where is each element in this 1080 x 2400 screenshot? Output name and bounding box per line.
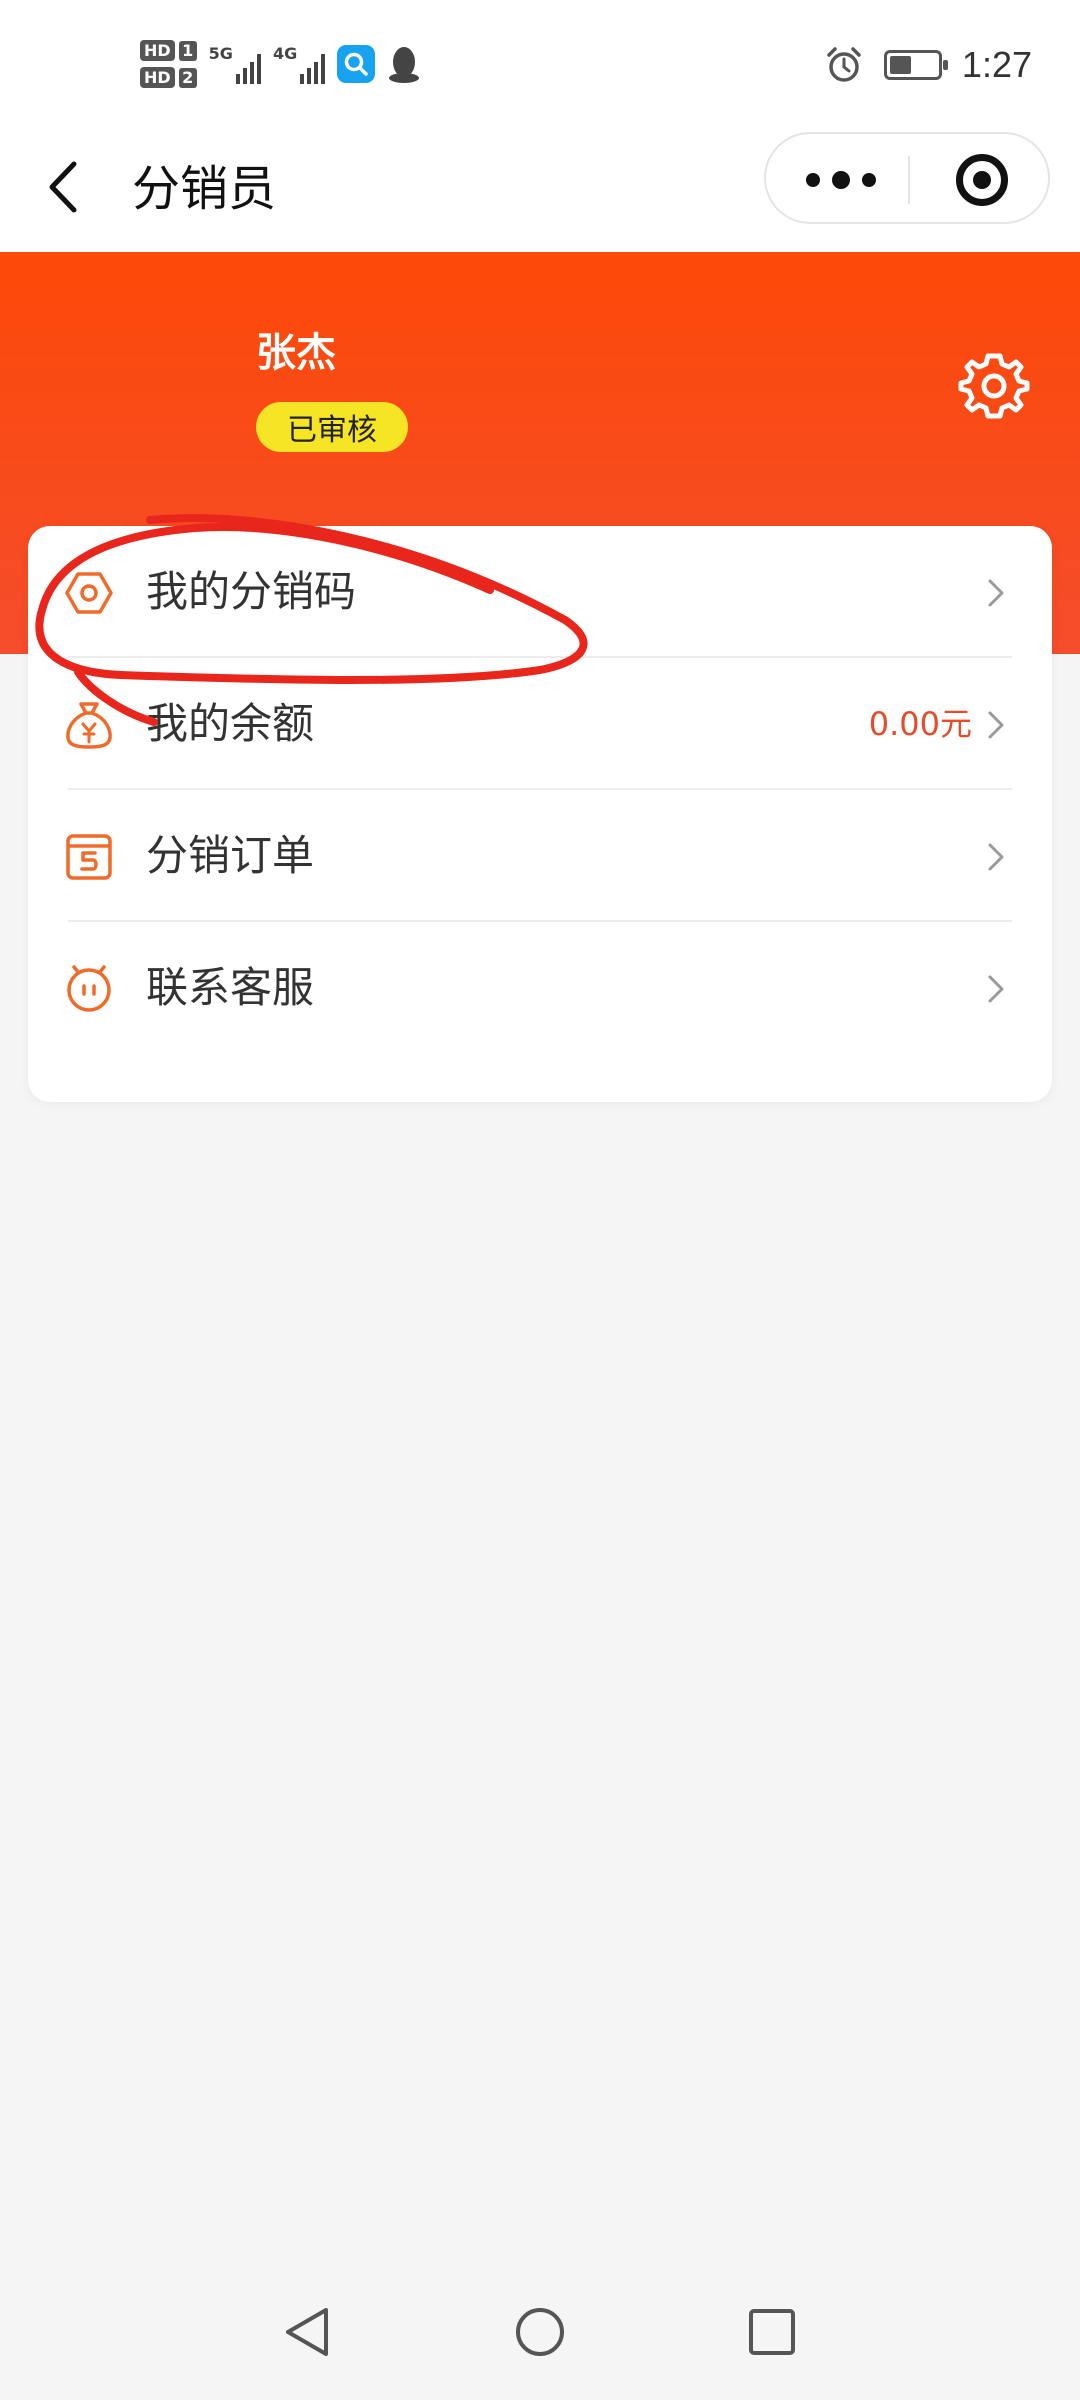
service-face-icon — [67, 965, 111, 1012]
hd1-num: 1 — [178, 40, 197, 61]
status-right: 1:27 — [824, 40, 1032, 90]
dot-icon — [806, 173, 820, 187]
alarm-icon — [827, 47, 861, 82]
chevron-right-icon — [988, 711, 1004, 739]
battery-icon — [883, 50, 948, 80]
more-menu-button[interactable] — [806, 160, 876, 200]
dot-icon — [862, 173, 876, 187]
battery-fill — [889, 56, 911, 74]
home-circle-icon[interactable] — [512, 2304, 568, 2360]
menu-item-distribution-orders[interactable]: 分销订单 — [28, 790, 1052, 922]
user-name: 张杰 — [256, 330, 336, 376]
qq-penguin-icon — [389, 47, 420, 83]
hd2-label: HD — [140, 67, 175, 88]
back-arrow-icon[interactable] — [42, 152, 86, 222]
chevron-right-icon — [988, 975, 1004, 1003]
menu-item-label: 我的余额 — [146, 699, 315, 748]
chevron-right-icon — [988, 579, 1004, 607]
system-nav-bar — [0, 2262, 1080, 2400]
status-badge: 已审核 — [256, 402, 408, 452]
signal-5g: 5G — [209, 44, 261, 84]
balance-value: 0.00元 — [868, 705, 972, 743]
menu-item-label: 联系客服 — [146, 963, 315, 1012]
signal-bar — [314, 62, 319, 84]
signal-bar — [235, 74, 240, 84]
menu-card: 我的分销码 我的余额 0.00元 分销订单 联系客服 — [28, 526, 1052, 1102]
signal-4g: 4G — [272, 44, 326, 84]
signal-bar — [321, 54, 326, 84]
gear-icon[interactable] — [958, 350, 1030, 422]
clock: 1:27 — [961, 44, 1032, 85]
capsule-divider — [908, 156, 910, 204]
chevron-right-icon — [988, 843, 1004, 871]
menu-item-distribution-code[interactable]: 我的分销码 — [28, 526, 1052, 658]
signal-bar — [242, 68, 247, 84]
hexagon-code-icon — [65, 572, 113, 614]
menu-item-customer-service[interactable]: 联系客服 — [28, 922, 1052, 1054]
sim-indicators: HD 1 HD 2 — [140, 40, 197, 88]
sim2-indicator: HD 2 — [140, 67, 197, 88]
nav-bar: 分销员 — [0, 130, 1080, 252]
signal-bar — [307, 68, 312, 84]
net-5g-label: 5G — [208, 44, 233, 63]
mini-program-capsule — [764, 132, 1050, 224]
close-mini-program-button[interactable] — [956, 154, 1008, 206]
status-bar: HD 1 HD 2 5G 4G 1:27 — [0, 0, 1080, 130]
menu-item-label: 我的分销码 — [146, 567, 357, 616]
signal-bar — [300, 74, 305, 84]
menu-item-balance[interactable]: 我的余额 0.00元 — [28, 658, 1052, 790]
hd1-label: HD — [140, 40, 175, 61]
net-4g-label: 4G — [272, 44, 298, 63]
signal-bar — [256, 54, 261, 84]
recents-square-icon[interactable] — [744, 2304, 800, 2360]
money-bag-icon — [66, 702, 112, 749]
dot-icon — [832, 171, 850, 189]
back-triangle-icon[interactable] — [280, 2304, 336, 2360]
signal-bar — [249, 62, 254, 84]
sim1-indicator: HD 1 — [140, 40, 197, 61]
status-left: HD 1 HD 2 5G 4G — [140, 34, 421, 94]
page-title: 分销员 — [132, 161, 277, 217]
search-icon — [344, 52, 368, 76]
qq-browser-icon — [337, 45, 376, 83]
menu-item-label: 分销订单 — [146, 831, 315, 880]
hd2-num: 2 — [178, 67, 197, 88]
order-box-icon — [66, 834, 112, 880]
